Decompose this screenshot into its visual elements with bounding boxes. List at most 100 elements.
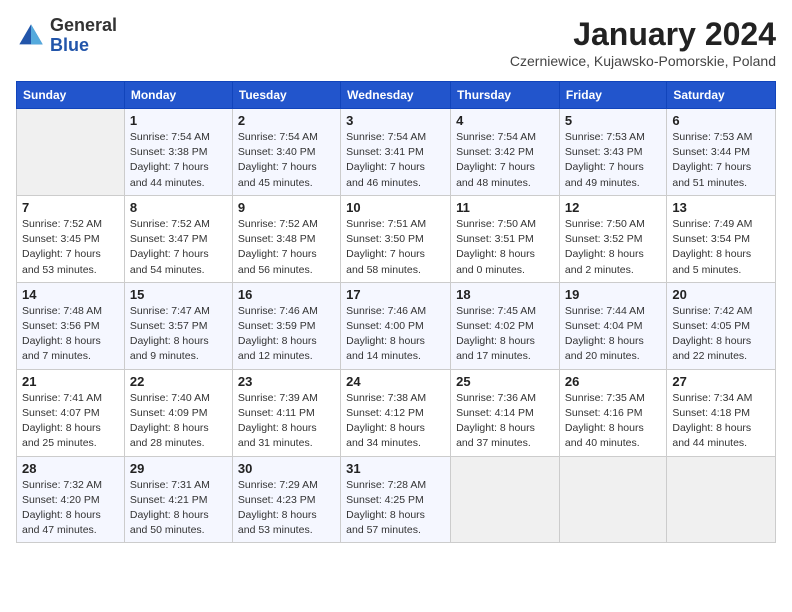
day-info: Sunrise: 7:54 AMSunset: 3:40 PMDaylight:… bbox=[238, 130, 335, 191]
weekday-header-tuesday: Tuesday bbox=[232, 82, 340, 109]
day-number: 26 bbox=[565, 374, 661, 389]
day-info: Sunrise: 7:45 AMSunset: 4:02 PMDaylight:… bbox=[456, 304, 554, 365]
logo-general: General bbox=[50, 15, 117, 35]
day-number: 6 bbox=[672, 113, 770, 128]
month-title: January 2024 bbox=[510, 16, 776, 53]
day-number: 16 bbox=[238, 287, 335, 302]
day-number: 20 bbox=[672, 287, 770, 302]
day-number: 24 bbox=[346, 374, 445, 389]
day-info: Sunrise: 7:44 AMSunset: 4:04 PMDaylight:… bbox=[565, 304, 661, 365]
day-info: Sunrise: 7:40 AMSunset: 4:09 PMDaylight:… bbox=[130, 391, 227, 452]
day-number: 31 bbox=[346, 461, 445, 476]
calendar-cell: 3Sunrise: 7:54 AMSunset: 3:41 PMDaylight… bbox=[341, 109, 451, 196]
logo-text: General Blue bbox=[50, 16, 117, 56]
calendar-cell: 4 Sunrise: 7:54 AMSunset: 3:42 PMDaylight… bbox=[451, 109, 560, 196]
calendar-cell: 25 Sunrise: 7:36 AMSunset: 4:14 PMDayligh… bbox=[451, 369, 560, 456]
calendar-cell bbox=[451, 456, 560, 543]
day-info: Sunrise: 7:39 AMSunset: 4:11 PMDaylight:… bbox=[238, 391, 335, 452]
day-number: 25 bbox=[456, 374, 554, 389]
day-info: Sunrise: 7:54 AMSunset: 3:42 PMDaylight:… bbox=[456, 130, 554, 191]
day-info: Sunrise: 7:52 AMSunset: 3:45 PMDaylight:… bbox=[22, 217, 119, 278]
calendar-cell bbox=[559, 456, 666, 543]
day-info: Sunrise: 7:50 AMSunset: 3:52 PMDaylight:… bbox=[565, 217, 661, 278]
calendar-cell: 16 Sunrise: 7:46 AMSunset: 3:59 PMDayligh… bbox=[232, 282, 340, 369]
calendar-cell: 19 Sunrise: 7:44 AMSunset: 4:04 PMDayligh… bbox=[559, 282, 666, 369]
day-info: Sunrise: 7:41 AMSunset: 4:07 PMDaylight:… bbox=[22, 391, 119, 452]
calendar-cell bbox=[667, 456, 776, 543]
day-number: 28 bbox=[22, 461, 119, 476]
logo: General Blue bbox=[16, 16, 117, 56]
calendar-cell: 26Sunrise: 7:35 AMSunset: 4:16 PMDayligh… bbox=[559, 369, 666, 456]
weekday-header-sunday: Sunday bbox=[17, 82, 125, 109]
calendar-cell: 11 Sunrise: 7:50 AMSunset: 3:51 PMDayligh… bbox=[451, 195, 560, 282]
calendar-cell: 13 Sunrise: 7:49 AMSunset: 3:54 PMDayligh… bbox=[667, 195, 776, 282]
calendar-week-3: 14Sunrise: 7:48 AMSunset: 3:56 PMDayligh… bbox=[17, 282, 776, 369]
calendar-week-2: 7 Sunrise: 7:52 AMSunset: 3:45 PMDaylight… bbox=[17, 195, 776, 282]
calendar-cell: 1Sunrise: 7:54 AMSunset: 3:38 PMDaylight… bbox=[124, 109, 232, 196]
calendar-cell: 24 Sunrise: 7:38 AMSunset: 4:12 PMDayligh… bbox=[341, 369, 451, 456]
day-info: Sunrise: 7:49 AMSunset: 3:54 PMDaylight:… bbox=[672, 217, 770, 278]
calendar-cell: 15Sunrise: 7:47 AMSunset: 3:57 PMDayligh… bbox=[124, 282, 232, 369]
day-info: Sunrise: 7:46 AMSunset: 3:59 PMDaylight:… bbox=[238, 304, 335, 365]
day-number: 4 bbox=[456, 113, 554, 128]
calendar-cell: 29Sunrise: 7:31 AMSunset: 4:21 PMDayligh… bbox=[124, 456, 232, 543]
day-number: 14 bbox=[22, 287, 119, 302]
calendar-cell: 21 Sunrise: 7:41 AMSunset: 4:07 PMDayligh… bbox=[17, 369, 125, 456]
day-info: Sunrise: 7:50 AMSunset: 3:51 PMDaylight:… bbox=[456, 217, 554, 278]
day-number: 10 bbox=[346, 200, 445, 215]
location: Czerniewice, Kujawsko-Pomorskie, Poland bbox=[510, 53, 776, 69]
day-info: Sunrise: 7:42 AMSunset: 4:05 PMDaylight:… bbox=[672, 304, 770, 365]
calendar-week-5: 28 Sunrise: 7:32 AMSunset: 4:20 PMDayligh… bbox=[17, 456, 776, 543]
day-info: Sunrise: 7:46 AMSunset: 4:00 PMDaylight:… bbox=[346, 304, 445, 365]
day-number: 5 bbox=[565, 113, 661, 128]
calendar-cell: 14Sunrise: 7:48 AMSunset: 3:56 PMDayligh… bbox=[17, 282, 125, 369]
weekday-header-saturday: Saturday bbox=[667, 82, 776, 109]
day-number: 19 bbox=[565, 287, 661, 302]
calendar-cell: 12Sunrise: 7:50 AMSunset: 3:52 PMDayligh… bbox=[559, 195, 666, 282]
calendar-cell: 18 Sunrise: 7:45 AMSunset: 4:02 PMDayligh… bbox=[451, 282, 560, 369]
day-number: 11 bbox=[456, 200, 554, 215]
day-number: 9 bbox=[238, 200, 335, 215]
day-info: Sunrise: 7:53 AMSunset: 3:43 PMDaylight:… bbox=[565, 130, 661, 191]
calendar-cell: 6 Sunrise: 7:53 AMSunset: 3:44 PMDaylight… bbox=[667, 109, 776, 196]
weekday-header-thursday: Thursday bbox=[451, 82, 560, 109]
logo-icon bbox=[16, 21, 46, 51]
day-number: 21 bbox=[22, 374, 119, 389]
day-info: Sunrise: 7:54 AMSunset: 3:38 PMDaylight:… bbox=[130, 130, 227, 191]
calendar-cell: 22 Sunrise: 7:40 AMSunset: 4:09 PMDayligh… bbox=[124, 369, 232, 456]
day-info: Sunrise: 7:38 AMSunset: 4:12 PMDaylight:… bbox=[346, 391, 445, 452]
day-info: Sunrise: 7:52 AMSunset: 3:48 PMDaylight:… bbox=[238, 217, 335, 278]
day-number: 29 bbox=[130, 461, 227, 476]
calendar-cell: 31Sunrise: 7:28 AMSunset: 4:25 PMDayligh… bbox=[341, 456, 451, 543]
calendar-week-1: 1Sunrise: 7:54 AMSunset: 3:38 PMDaylight… bbox=[17, 109, 776, 196]
day-number: 13 bbox=[672, 200, 770, 215]
calendar-cell: 9 Sunrise: 7:52 AMSunset: 3:48 PMDaylight… bbox=[232, 195, 340, 282]
weekday-header-friday: Friday bbox=[559, 82, 666, 109]
calendar-cell: 20 Sunrise: 7:42 AMSunset: 4:05 PMDayligh… bbox=[667, 282, 776, 369]
weekday-header-row: SundayMondayTuesdayWednesdayThursdayFrid… bbox=[17, 82, 776, 109]
day-info: Sunrise: 7:52 AMSunset: 3:47 PMDaylight:… bbox=[130, 217, 227, 278]
day-info: Sunrise: 7:36 AMSunset: 4:14 PMDaylight:… bbox=[456, 391, 554, 452]
title-block: January 2024 Czerniewice, Kujawsko-Pomor… bbox=[510, 16, 776, 69]
day-info: Sunrise: 7:47 AMSunset: 3:57 PMDaylight:… bbox=[130, 304, 227, 365]
day-info: Sunrise: 7:53 AMSunset: 3:44 PMDaylight:… bbox=[672, 130, 770, 191]
day-info: Sunrise: 7:29 AMSunset: 4:23 PMDaylight:… bbox=[238, 478, 335, 539]
day-number: 17 bbox=[346, 287, 445, 302]
day-number: 18 bbox=[456, 287, 554, 302]
calendar-cell bbox=[17, 109, 125, 196]
weekday-header-wednesday: Wednesday bbox=[341, 82, 451, 109]
day-number: 22 bbox=[130, 374, 227, 389]
calendar-cell: 27Sunrise: 7:34 AMSunset: 4:18 PMDayligh… bbox=[667, 369, 776, 456]
day-number: 27 bbox=[672, 374, 770, 389]
calendar-cell: 17 Sunrise: 7:46 AMSunset: 4:00 PMDayligh… bbox=[341, 282, 451, 369]
day-number: 8 bbox=[130, 200, 227, 215]
day-number: 30 bbox=[238, 461, 335, 476]
calendar-cell: 8 Sunrise: 7:52 AMSunset: 3:47 PMDaylight… bbox=[124, 195, 232, 282]
day-info: Sunrise: 7:32 AMSunset: 4:20 PMDaylight:… bbox=[22, 478, 119, 539]
calendar-cell: 23Sunrise: 7:39 AMSunset: 4:11 PMDayligh… bbox=[232, 369, 340, 456]
day-number: 7 bbox=[22, 200, 119, 215]
calendar-cell: 10Sunrise: 7:51 AMSunset: 3:50 PMDayligh… bbox=[341, 195, 451, 282]
calendar-cell: 2Sunrise: 7:54 AMSunset: 3:40 PMDaylight… bbox=[232, 109, 340, 196]
calendar-cell: 7 Sunrise: 7:52 AMSunset: 3:45 PMDaylight… bbox=[17, 195, 125, 282]
day-number: 3 bbox=[346, 113, 445, 128]
